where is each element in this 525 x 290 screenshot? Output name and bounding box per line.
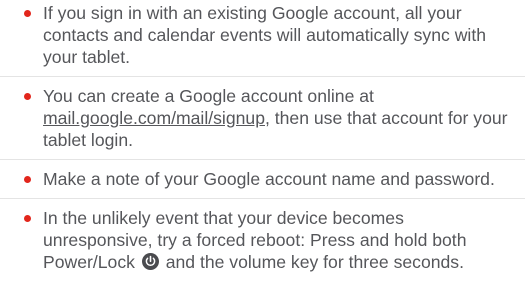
tip-text-prefix: You can create a Google account online a…	[43, 86, 374, 106]
tip-text-suffix: and the volume key for three seconds.	[160, 252, 464, 272]
tip-text: If you sign in with an existing Google a…	[43, 3, 486, 67]
bullet-icon	[24, 215, 31, 222]
power-lock-icon	[141, 253, 159, 270]
list-item: If you sign in with an existing Google a…	[0, 2, 525, 77]
bullet-icon	[24, 10, 31, 17]
tip-text: Make a note of your Google account name …	[43, 169, 495, 189]
signup-link[interactable]: mail.google.com/mail/signup	[43, 108, 265, 128]
tips-list: If you sign in with an existing Google a…	[0, 0, 525, 281]
list-item: Make a note of your Google account name …	[0, 168, 525, 199]
list-item: In the unlikely event that your device b…	[0, 207, 525, 281]
list-item: You can create a Google account online a…	[0, 85, 525, 160]
bullet-icon	[24, 176, 31, 183]
bullet-icon	[24, 93, 31, 100]
